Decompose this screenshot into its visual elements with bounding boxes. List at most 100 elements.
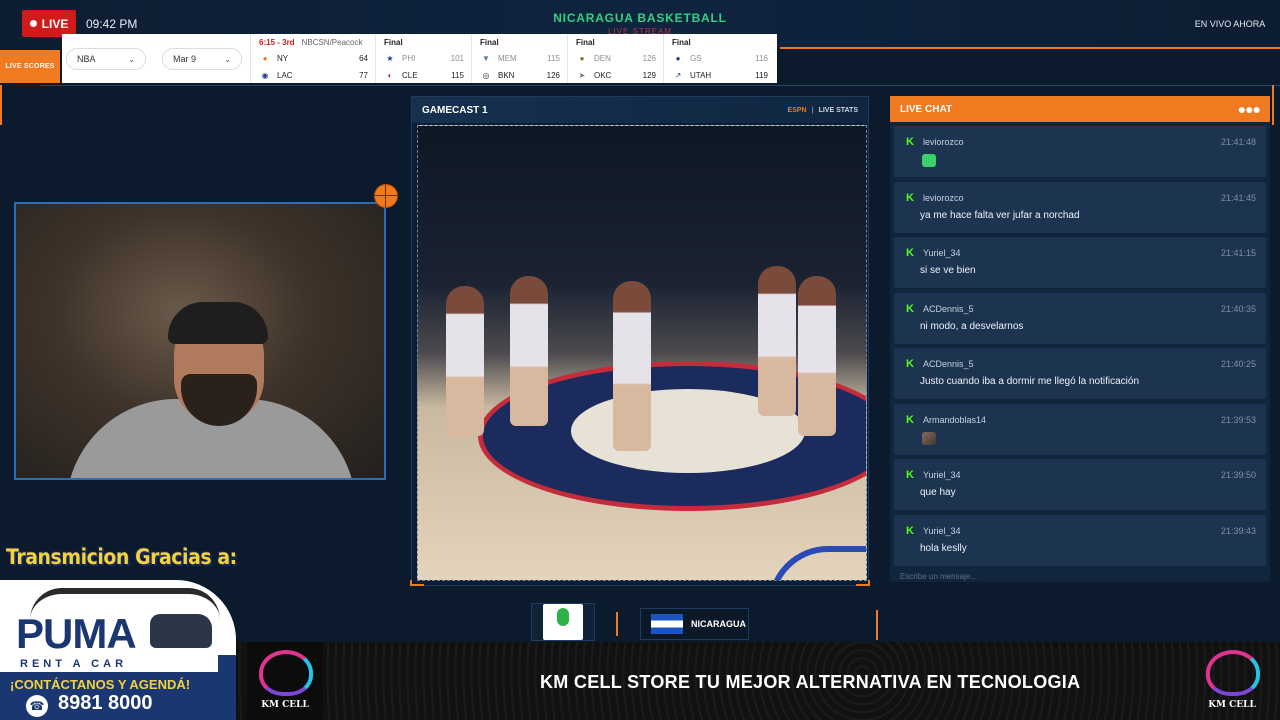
team-logo-box [531, 603, 595, 641]
game-network: NBCSN/Peacock [301, 38, 363, 47]
game-card-ny-lac[interactable]: 6:15 - 3rd NBCSN/Peacock ● NY 64 ◉ LAC 77 [250, 34, 375, 83]
kick-icon: K [906, 303, 914, 315]
scores-strip: NBA ⌄ Mar 9 ⌄ 6:15 - 3rd NBCSN/Peacock ● … [62, 34, 777, 83]
km-cell-logo: KM CELL [247, 642, 323, 720]
team-row: ◉ LAC 77 [259, 67, 369, 84]
chat-title: LIVE CHAT [900, 103, 953, 115]
km-cell-logo-text: KM CELL [261, 700, 309, 710]
team-row: ● NY 64 [259, 50, 368, 67]
live-now-label: EN VIVO AHORA [1194, 19, 1266, 29]
nicaragua-flag-icon [651, 614, 683, 634]
chat-message: K ACDennis_5 21:40:25 Justo cuando iba a… [894, 348, 1266, 399]
76ers-logo-icon: ★ [386, 54, 394, 63]
basketball-icon [374, 184, 398, 208]
live-badge-label: LIVE [41, 16, 69, 31]
corner-accent [856, 580, 870, 586]
date-select-value: Mar 9 [173, 54, 197, 64]
chat-header: LIVE CHAT ●●● [890, 96, 1270, 122]
team-row: ★ PHI 101 [384, 50, 464, 67]
chat-message: K Yuriel_34 21:41:15 si se ve bien [894, 237, 1266, 288]
stream-title: NICARAGUA BASKETBALL [553, 11, 727, 25]
corner-accent [410, 580, 424, 586]
more-dots-icon[interactable]: ●●● [1238, 101, 1261, 117]
sponsor-contact-text: ¡CONTÁCTANOS Y AGENDÁ! [10, 677, 191, 692]
chat-time: 21:39:50 [1220, 470, 1256, 480]
dancer [510, 276, 548, 426]
dancer [446, 286, 484, 436]
team-row: ↗ UTAH 119 [672, 67, 768, 84]
frame-accent-left [0, 85, 2, 125]
gamecast-title: GAMECAST 1 [422, 104, 488, 116]
frame-accent-right [1272, 85, 1274, 125]
team-row: ➤ OKC 129 [576, 67, 656, 84]
knicks-logo-icon: ● [262, 54, 268, 63]
chat-input[interactable]: Escribe un mensaje... [900, 572, 977, 581]
chat-time: 21:40:35 [1220, 304, 1256, 314]
live-scores-tab[interactable]: LIVE SCORES [0, 50, 60, 83]
chat-text: si se ve bien [920, 265, 976, 276]
km-cell-logo-text: KM CELL [1208, 700, 1256, 710]
green-emote-icon [922, 154, 936, 167]
nicaragua-team-box: NICARAGUA [640, 608, 749, 640]
chat-username[interactable]: Yuriel_34 [923, 248, 961, 258]
game-status: Final [384, 38, 403, 47]
puma-tagline: RENT A CAR [20, 658, 128, 670]
kick-icon: K [906, 247, 914, 259]
thunder-logo-icon: ➤ [578, 71, 586, 80]
km-cell-logo-icon [259, 650, 313, 696]
sponsor-heading: Transmicion Gracias a: [6, 545, 237, 569]
court-marking [768, 546, 866, 580]
car-icon [150, 614, 212, 648]
chat-username[interactable]: Armandoblas14 [923, 415, 986, 425]
game-card-den-okc[interactable]: Final ● DEN 126 ➤ OKC 129 [567, 34, 663, 83]
chat-time: 21:41:15 [1220, 248, 1256, 258]
game-status: Final [480, 38, 499, 47]
espn-link[interactable]: ESPN [788, 107, 807, 114]
live-stats-link[interactable]: LIVE STATS [819, 107, 858, 114]
webcam-feed [14, 202, 386, 480]
chat-username[interactable]: leviorozco [923, 137, 964, 147]
banner-divider [218, 655, 236, 720]
km-cell-logo-icon [1206, 650, 1260, 696]
chat-username[interactable]: ACDennis_5 [923, 304, 974, 314]
chat-message: K Yuriel_34 21:39:43 hola keslly [894, 515, 1266, 566]
chat-username[interactable]: leviorozco [923, 193, 964, 203]
accent-tick [616, 612, 618, 636]
game-card-gs-utah[interactable]: Final ● GS 116 ↗ UTAH 119 [663, 34, 775, 83]
chat-time: 21:41:48 [1220, 137, 1256, 147]
game-card-mem-bkn[interactable]: Final ▼ MEM 115 ◎ BKN 126 [471, 34, 567, 83]
chat-username[interactable]: ACDennis_5 [923, 359, 974, 369]
chat-message: K Yuriel_34 21:39:50 que hay [894, 459, 1266, 510]
chat-message: K Armandoblas14 21:39:53 [894, 404, 1266, 455]
live-badge: LIVE [22, 10, 76, 37]
whatsapp-icon: ☎ [26, 695, 48, 717]
frame-line [40, 85, 1280, 86]
grizzlies-logo-icon: ▼ [482, 54, 490, 63]
chat-username[interactable]: Yuriel_34 [923, 470, 961, 480]
game-card-phi-cle[interactable]: Final ★ PHI 101 ◐ CLE 115 [375, 34, 471, 83]
gamecast-links: ESPN | LIVE STATS [788, 107, 858, 114]
banner-marquee-text: KM CELL STORE TU MEJOR ALTERNATIVA EN TE… [540, 672, 1081, 692]
chat-text: Justo cuando iba a dormir me llegó la no… [920, 376, 1140, 387]
chat-message: K leviorozco 21:41:45 ya me hace falta v… [894, 182, 1266, 233]
photo-emote-icon [922, 432, 936, 445]
links-separator: | [811, 106, 814, 114]
chat-message: K leviorozco 21:41:48 [894, 126, 1266, 177]
team-row: ● GS 116 [672, 50, 768, 67]
gamecast-header: GAMECAST 1 ESPN | LIVE STATS [412, 97, 868, 123]
chat-text: hola keslly [920, 543, 967, 554]
chevron-down-icon: ⌄ [224, 54, 231, 64]
kick-icon: K [906, 525, 914, 537]
chat-time: 21:41:45 [1220, 193, 1256, 203]
dancer [613, 281, 651, 451]
chat-username[interactable]: Yuriel_34 [923, 526, 961, 536]
live-dot-icon [29, 20, 37, 27]
date-select[interactable]: Mar 9 ⌄ [162, 48, 242, 70]
game-video[interactable] [417, 125, 867, 581]
clippers-logo-icon: ◉ [261, 71, 269, 80]
league-select[interactable]: NBA ⌄ [66, 48, 146, 70]
live-chat-panel: LIVE CHAT ●●● K leviorozco 21:41:48 K le… [890, 96, 1270, 582]
jazz-logo-icon: ↗ [674, 71, 682, 80]
puma-brand: PUMA [16, 610, 137, 657]
game-status: Final [576, 38, 595, 47]
